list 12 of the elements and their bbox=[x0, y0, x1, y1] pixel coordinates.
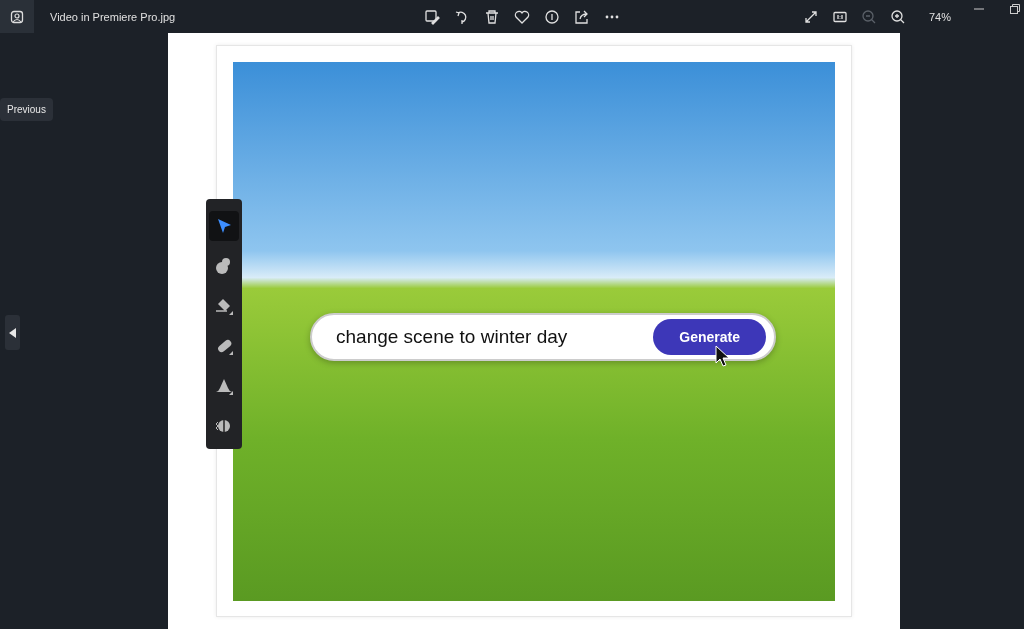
mouse-pointer-icon bbox=[715, 345, 731, 367]
zoom-level: 74% bbox=[928, 10, 951, 23]
generate-button[interactable]: Generate bbox=[653, 319, 766, 355]
previous-button[interactable] bbox=[5, 315, 20, 350]
previous-tooltip: Previous bbox=[0, 98, 53, 121]
photos-app-icon[interactable] bbox=[0, 0, 34, 33]
eraser-icon bbox=[214, 296, 234, 316]
restore-icon[interactable] bbox=[1010, 4, 1020, 14]
left-triangle-icon bbox=[8, 327, 17, 338]
select-tool[interactable] bbox=[209, 211, 239, 241]
prompt-text: change scene to winter day bbox=[336, 326, 568, 348]
window-title: Video in Premiere Pro.jpg bbox=[50, 10, 176, 23]
